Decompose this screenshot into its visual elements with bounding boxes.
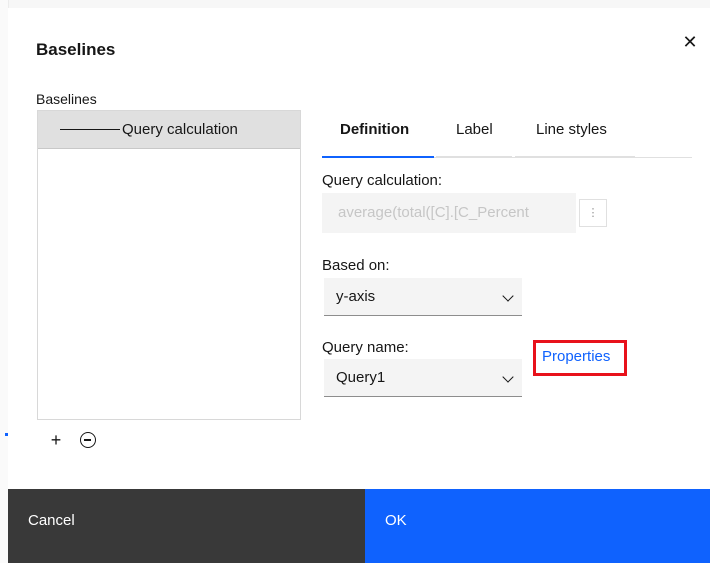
tab-inactive-indicator (515, 156, 635, 158)
properties-link[interactable]: Properties (542, 348, 610, 365)
plus-icon: + (50, 430, 62, 450)
tab-bar: Definition Label Line styles (322, 118, 692, 160)
close-icon[interactable]: ✕ (678, 30, 702, 54)
cancel-button[interactable]: Cancel (8, 489, 365, 563)
ok-button[interactable]: OK (365, 489, 710, 563)
baselines-dialog: Baselines ✕ Baselines Query calculation … (8, 8, 710, 563)
chevron-down-icon (502, 371, 514, 383)
tab-definition[interactable]: Definition (322, 118, 434, 158)
remove-baseline-button[interactable] (80, 432, 96, 448)
baselines-list: Query calculation (37, 110, 301, 420)
cancel-button-label: Cancel (28, 512, 75, 529)
ok-button-label: OK (385, 512, 407, 529)
baseline-item-label: Query calculation (122, 121, 238, 138)
tab-active-indicator (322, 156, 434, 158)
tab-definition-label: Definition (340, 121, 410, 138)
query-name-value: Query1 (336, 369, 386, 386)
add-baseline-button[interactable]: + (46, 430, 66, 450)
based-on-label: Based on: (322, 257, 390, 274)
tab-line-styles[interactable]: Line styles (515, 118, 635, 158)
query-name-label: Query name: (322, 339, 409, 356)
query-name-select[interactable]: Query1 (324, 359, 522, 397)
tab-line-styles-label: Line styles (536, 121, 607, 138)
query-calculation-label: Query calculation: (322, 172, 443, 189)
baselines-list-label: Baselines (36, 91, 97, 107)
line-sample (60, 129, 120, 130)
based-on-value: y-axis (336, 288, 376, 305)
baseline-list-item[interactable]: Query calculation (38, 111, 300, 149)
tab-label-label: Label (456, 121, 493, 138)
dialog-title: Baselines (36, 40, 116, 59)
query-calculation-field: average(total([C].[C_Percent (322, 193, 576, 233)
tab-inactive-indicator (436, 156, 512, 158)
based-on-select[interactable]: y-axis (324, 278, 522, 316)
tab-label[interactable]: Label (436, 118, 512, 158)
overflow-menu-icon: ⋮ (579, 199, 607, 227)
chevron-down-icon (502, 290, 514, 302)
